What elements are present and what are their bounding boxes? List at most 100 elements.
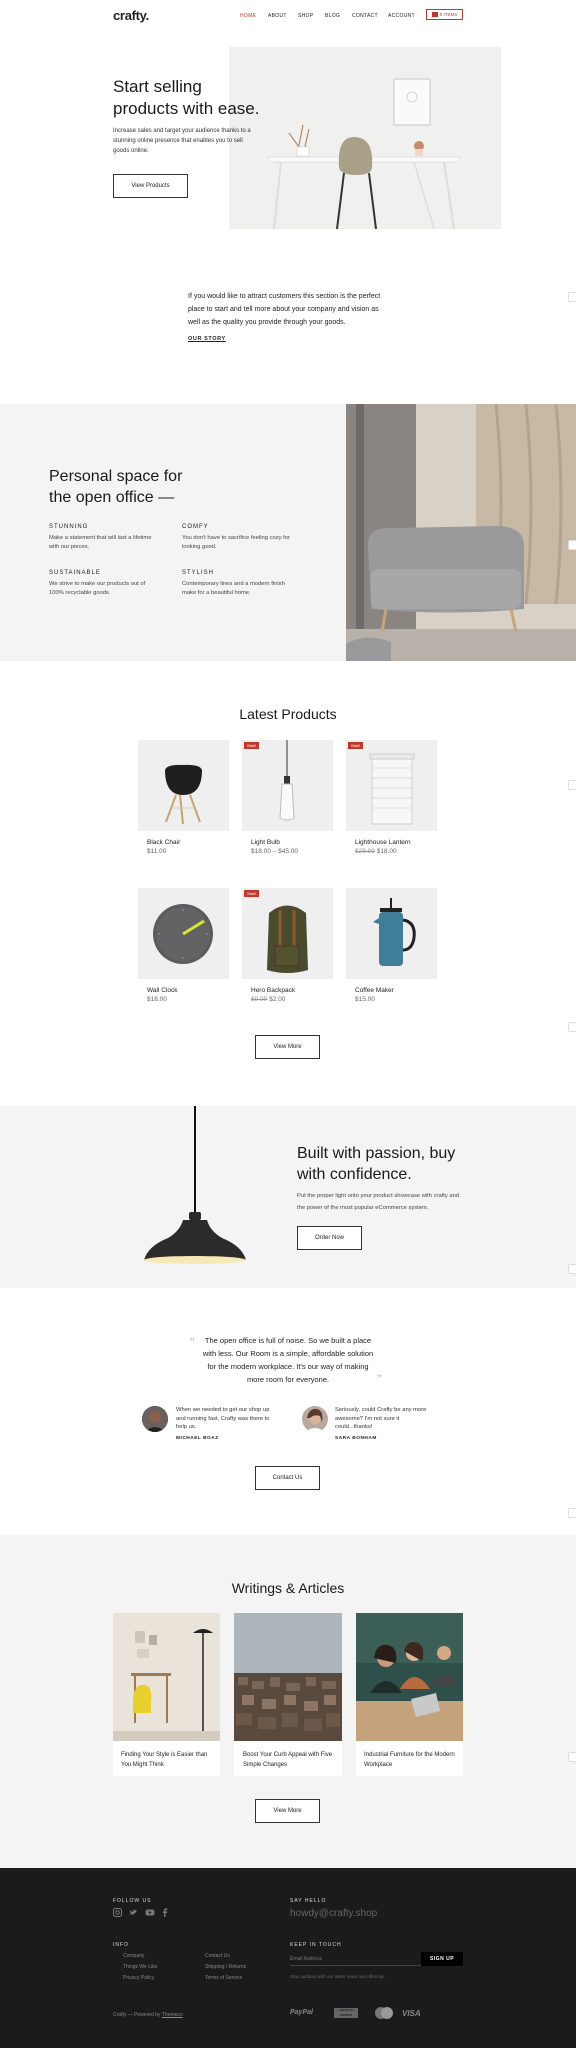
sale-badge: Sale! [244, 890, 260, 897]
side-scroll-tab[interactable] [568, 1752, 576, 1762]
feature-text-comfy: You don't have to sacrifice feeling cozy… [182, 535, 290, 550]
hero-image [229, 47, 501, 229]
open-quote-icon: “ [190, 1334, 195, 1350]
keep-in-touch-label: KEEP IN TOUCH [290, 1942, 342, 1948]
footer-link-terms[interactable]: Terms of Service [205, 1975, 242, 1981]
pendant-lamp-image [138, 1106, 250, 1266]
avatar-sara [302, 1406, 328, 1432]
features-title-line2: the open office — [49, 489, 175, 506]
articles-title: Writings & Articles [231, 1580, 345, 1596]
article-title-1[interactable]: Finding Your Style is Easier than You Mi… [121, 1750, 213, 1770]
nav-contact[interactable]: CONTACT [352, 13, 378, 19]
hero-title-line1: Start selling [113, 77, 202, 96]
avatar-michael [142, 1406, 168, 1432]
product-name-light-bulb[interactable]: Light Bulb [251, 839, 280, 846]
info-label: INFO [113, 1942, 129, 1948]
feature-text-sustainable: We strive to make our products out of 10… [49, 581, 146, 596]
twitter-icon[interactable] [129, 1908, 138, 1917]
follow-us-label: FOLLOW US [113, 1898, 152, 1904]
product-name-black-chair[interactable]: Black Chair [147, 839, 180, 846]
sign-up-button[interactable]: SIGN UP [421, 1952, 463, 1966]
nav-about[interactable]: ABOUT [268, 13, 287, 19]
product-image-wall-clock[interactable] [138, 888, 229, 979]
passion-title-line2: with confidence. [297, 1166, 412, 1183]
side-scroll-tab[interactable] [568, 780, 576, 790]
site-footer: FOLLOW US SAY HELLO howdy@crafty.shop IN… [0, 1868, 576, 2048]
article-image-2 [234, 1613, 342, 1741]
say-hello-label: SAY HELLO [290, 1898, 327, 1904]
cart-button[interactable]: 0 ITEMS [426, 9, 463, 20]
view-products-button[interactable]: View Products [113, 174, 188, 198]
passion-description: Put the proper light onto your product s… [297, 1193, 460, 1211]
feature-label-comfy: COMFY [182, 524, 209, 530]
site-logo[interactable]: crafty. [113, 8, 149, 23]
facebook-icon[interactable] [162, 1908, 168, 1917]
footer-link-contact-us[interactable]: Contact Us [205, 1953, 230, 1959]
youtube-icon[interactable] [145, 1908, 155, 1917]
passion-section [0, 1106, 576, 1288]
feature-label-sustainable: SUSTAINABLE [49, 570, 101, 576]
powered-by-link[interactable]: Themeco [162, 2012, 183, 2018]
product-price-lighthouse-lantern: $18.00 [376, 848, 397, 855]
feature-label-stunning: STUNNING [49, 524, 89, 530]
visa-icon: VISA [402, 2009, 421, 2018]
passion-title-line1: Built with passion, buy [297, 1145, 456, 1162]
product-old-price-backpack: $9.99 [251, 996, 268, 1003]
footer-link-company[interactable]: Company [123, 1953, 144, 1959]
cart-icon [431, 12, 438, 17]
article-card-3[interactable]: Industrial Furniture for the Modern Work… [356, 1613, 463, 1776]
footer-link-privacy-policy[interactable]: Privacy Policy [123, 1975, 154, 1981]
product-name-lighthouse-lantern[interactable]: Lighthouse Lantern [355, 839, 411, 846]
contact-email-link[interactable]: howdy@crafty.shop [290, 1908, 377, 1919]
footer-link-things-we-like[interactable]: Things We Like [123, 1964, 157, 1970]
hero-description: Increase sales and target your audience … [113, 128, 251, 154]
sale-badge: Sale! [348, 742, 364, 749]
products-view-more-button[interactable]: View More [255, 1035, 320, 1059]
article-title-2[interactable]: Boost Your Curb Appeal with Five Simple … [243, 1750, 335, 1770]
close-quote-icon: ” [377, 1371, 382, 1387]
product-image-light-bulb[interactable] [242, 740, 333, 831]
side-scroll-tab[interactable] [568, 1022, 576, 1032]
article-image-3 [356, 1613, 463, 1741]
product-image-black-chair[interactable] [138, 740, 229, 831]
testimonial-name-sara: SARA BONHAM [335, 1436, 377, 1441]
features-image [346, 404, 576, 661]
nav-home[interactable]: HOME [240, 13, 256, 19]
article-card-1[interactable]: Finding Your Style is Easier than You Mi… [113, 1613, 220, 1776]
hero-title-line2: products with ease. [113, 99, 260, 118]
feature-label-stylish: STYLISH [182, 570, 215, 576]
articles-view-more-button[interactable]: View More [255, 1799, 320, 1823]
article-image-1 [113, 1613, 220, 1741]
article-card-2[interactable]: Boost Your Curb Appeal with Five Simple … [234, 1613, 342, 1776]
our-story-link[interactable]: OUR STORY [188, 336, 226, 342]
testimonial-text-michael: When we needed to get our shop up and ru… [176, 1407, 270, 1430]
contact-us-button[interactable]: Contact Us [255, 1466, 320, 1490]
side-scroll-tab[interactable] [568, 540, 576, 550]
products-title: Latest Products [239, 706, 337, 722]
side-scroll-tab[interactable] [568, 1264, 576, 1274]
product-price-hero-backpack: $2.00 [269, 996, 286, 1003]
product-image-lighthouse-lantern[interactable] [346, 740, 437, 831]
nav-account[interactable]: ACCOUNT [388, 13, 415, 19]
nav-shop[interactable]: SHOP [298, 13, 313, 19]
product-name-hero-backpack[interactable]: Hero Backpack [251, 987, 295, 994]
product-name-wall-clock[interactable]: Wall Clock [147, 987, 177, 994]
side-scroll-tab[interactable] [568, 292, 576, 302]
quote-text: The open office is full of noise. So we … [202, 1336, 374, 1384]
product-name-coffee-maker[interactable]: Coffee Maker [355, 987, 394, 994]
newsletter-email-input[interactable] [290, 1952, 422, 1966]
newsletter-note: Stay updated with our latest news and of… [290, 1974, 385, 1979]
product-price-black-chair: $11.00 [147, 848, 167, 855]
side-scroll-tab[interactable] [568, 1508, 576, 1518]
instagram-icon[interactable] [113, 1908, 122, 1917]
product-image-hero-backpack[interactable] [242, 888, 333, 979]
testimonial-text-sara: Seriously, could Crafty be any more awes… [335, 1407, 427, 1430]
features-title-line1: Personal space for [49, 468, 183, 485]
nav-blog[interactable]: BLOG [325, 13, 340, 19]
article-title-3[interactable]: Industrial Furniture for the Modern Work… [364, 1750, 456, 1770]
order-now-button[interactable]: Order Now [297, 1226, 362, 1250]
product-old-price-lantern: $28.99 [355, 848, 375, 855]
footer-link-shipping-returns[interactable]: Shipping / Returns [205, 1964, 246, 1970]
product-image-coffee-maker[interactable] [346, 888, 437, 979]
feature-text-stunning: Make a statement that will last a lifeti… [49, 535, 152, 550]
